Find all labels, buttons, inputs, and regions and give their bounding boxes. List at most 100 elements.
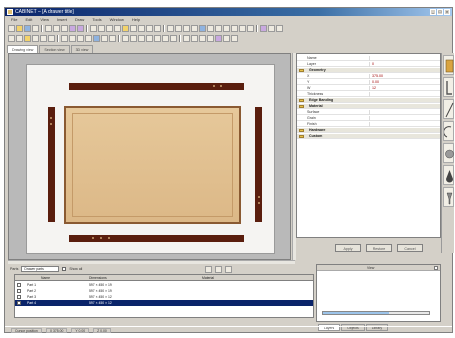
menu-draw[interactable]: Draw [75,16,84,23]
copy-icon[interactable] [53,24,60,32]
text-icon[interactable] [207,24,214,32]
property-row[interactable]: Y 0.00 [297,80,440,85]
drawer-icon[interactable] [32,34,39,42]
back-panel-icon[interactable] [40,34,47,42]
row-checkbox[interactable] [17,289,21,293]
edge-icon[interactable] [93,34,100,42]
offset-icon[interactable] [183,34,190,42]
align-bottom-icon[interactable] [146,34,153,42]
report-icon[interactable] [223,34,230,42]
property-category[interactable]: Hardware [297,128,440,133]
redo-icon[interactable] [77,24,84,32]
right-plank[interactable] [255,107,262,222]
undo-icon[interactable] [69,24,76,32]
handle-icon[interactable] [69,34,76,42]
add-part-icon[interactable] [205,265,213,273]
drill-icon[interactable] [109,34,116,42]
property-category[interactable]: Material [297,104,440,109]
hook-tool-icon[interactable] [443,121,454,141]
left-plank[interactable] [48,107,55,222]
measure-icon[interactable] [154,24,161,32]
minimize-button[interactable]: _ [430,9,436,15]
show-all-checkbox[interactable] [62,267,67,271]
column-header-name[interactable]: Name [39,275,85,281]
print-icon[interactable] [32,24,39,32]
property-row[interactable]: Surface [297,110,440,115]
tab-section-view[interactable]: Section view [39,45,70,53]
paste-icon[interactable] [61,24,68,32]
ungroup-icon[interactable] [170,34,177,42]
fillet-icon[interactable] [207,34,214,42]
apply-button[interactable]: Apply [335,244,361,252]
restore-button[interactable]: Restore [366,244,392,252]
align-top-icon[interactable] [138,34,145,42]
menu-edit[interactable]: Edit [25,16,32,23]
layer-icon[interactable] [223,24,230,32]
circle-icon[interactable] [183,24,190,32]
snap-icon[interactable] [239,24,246,32]
parts-select[interactable]: Drawer parts [21,266,60,272]
save-icon[interactable] [24,24,31,32]
top-plank[interactable] [69,83,244,90]
arc-icon[interactable] [191,24,198,32]
ortho-icon[interactable] [247,24,254,32]
mirror-icon[interactable] [146,24,153,32]
remove-part-icon[interactable] [215,265,223,273]
line-tool-icon[interactable] [443,99,454,119]
property-row[interactable]: Thickness [297,92,440,97]
pencil-tool-icon[interactable] [443,55,454,75]
zoom-in-icon[interactable] [90,24,97,32]
bottom-plank[interactable] [69,235,244,242]
group-icon[interactable] [162,34,169,42]
menu-window[interactable]: Window [110,16,124,23]
table-row-selected[interactable]: Part 4 597 × 450 × 12 [15,300,313,306]
close-button[interactable]: × [444,9,450,15]
property-row[interactable]: Grain [297,116,440,121]
property-row[interactable]: X 375.00 [297,74,440,79]
maximize-button[interactable]: □ [437,9,443,15]
settings-icon[interactable] [276,24,283,32]
shelf-icon[interactable] [16,34,23,42]
chevron-down-icon[interactable] [434,266,438,270]
cancel-button[interactable]: Cancel [397,244,423,252]
column-header-dimensions[interactable]: Dimensions [87,275,167,281]
column-header-material[interactable]: Material [200,275,260,281]
select-icon[interactable] [122,24,129,32]
hatch-icon[interactable] [199,24,206,32]
cutlist-icon[interactable] [215,34,222,42]
view-3d-icon[interactable] [268,24,275,32]
row-checkbox[interactable] [17,301,21,305]
trim-icon[interactable] [191,34,198,42]
panel-icon[interactable] [8,34,15,42]
menu-help[interactable]: Help [132,16,140,23]
menu-file[interactable]: File [11,16,17,23]
extend-icon[interactable] [199,34,206,42]
hinge-icon[interactable] [61,34,68,42]
menu-view[interactable]: View [40,16,49,23]
open-icon[interactable] [16,24,23,32]
align-left-icon[interactable] [122,34,129,42]
render-icon[interactable] [260,24,267,32]
sphere-tool-icon[interactable] [443,143,454,163]
lamp-tool-icon[interactable] [443,187,454,207]
new-icon[interactable] [8,24,15,32]
export-icon[interactable] [231,34,238,42]
groove-icon[interactable] [101,34,108,42]
move-icon[interactable] [130,24,137,32]
property-row[interactable]: Name [297,56,440,61]
property-row[interactable]: W 12 [297,86,440,91]
zoom-out-icon[interactable] [98,24,105,32]
edit-part-icon[interactable] [225,265,233,273]
screw-icon[interactable] [85,34,92,42]
door-icon[interactable] [24,34,31,42]
drawer-bottom-panel[interactable] [64,106,241,224]
line-icon[interactable] [167,24,174,32]
align-right-icon[interactable] [130,34,137,42]
fill-tool-icon[interactable] [443,165,454,185]
dimension-icon[interactable] [215,24,222,32]
property-category[interactable]: Custom [297,134,440,139]
tab-3d-view[interactable]: 3D view [70,45,94,53]
zoom-fit-icon[interactable] [106,24,113,32]
plinth-icon[interactable] [48,34,55,42]
cut-icon[interactable] [45,24,52,32]
